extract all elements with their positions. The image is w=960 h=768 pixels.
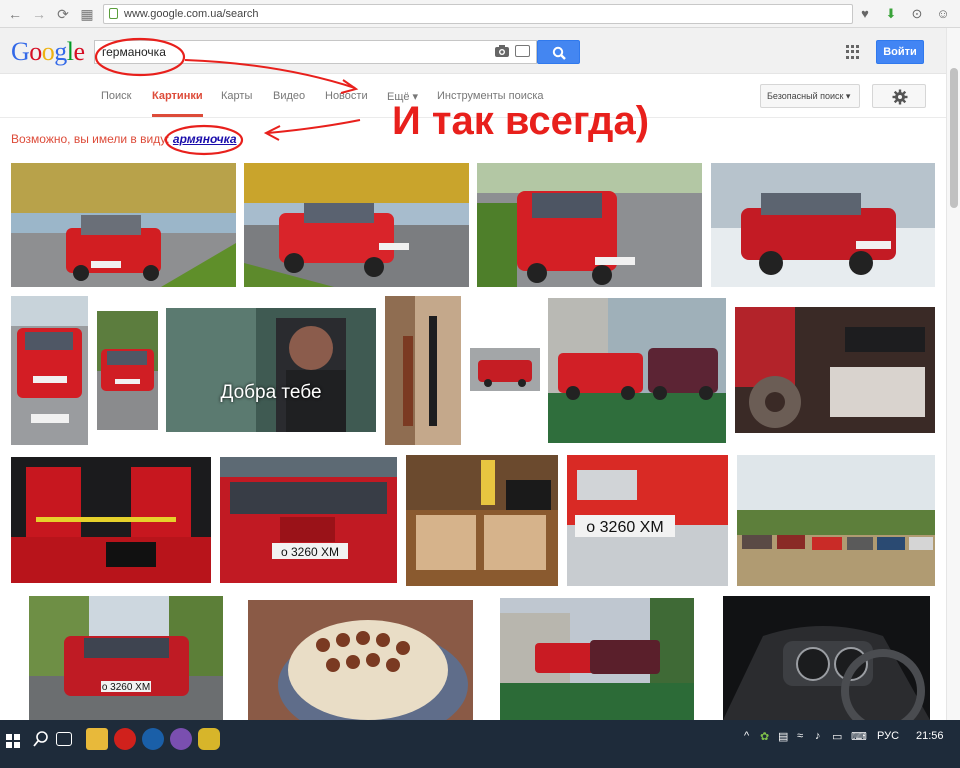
- image-result[interactable]: [737, 455, 935, 586]
- image-result[interactable]: [477, 163, 702, 287]
- task-view-icon[interactable]: [56, 732, 72, 746]
- page-scrollbar[interactable]: [946, 28, 960, 720]
- image-result[interactable]: [97, 311, 158, 430]
- scroll-thumb[interactable]: [950, 68, 958, 208]
- suggestion-circle: [164, 124, 244, 156]
- tray-arrow-icon[interactable]: ^: [744, 730, 749, 742]
- windows-start-icon[interactable]: [6, 734, 20, 748]
- image-result[interactable]: [406, 455, 558, 586]
- image-result[interactable]: [385, 296, 461, 445]
- image-result[interactable]: [244, 163, 469, 287]
- opera-icon[interactable]: [114, 728, 136, 750]
- license-plate-text: о 3260 ХМ: [102, 682, 150, 693]
- app-icon[interactable]: [198, 728, 220, 750]
- image-result[interactable]: [11, 457, 211, 583]
- image-result[interactable]: Добра тебе: [166, 308, 376, 432]
- image-result[interactable]: [500, 598, 694, 720]
- image-result[interactable]: о 3260 ХМ: [567, 455, 728, 586]
- image-result[interactable]: [11, 163, 236, 287]
- file-explorer-icon[interactable]: [86, 728, 108, 750]
- license-plate-text: о 3260 ХМ: [586, 519, 663, 536]
- image-result[interactable]: [11, 296, 88, 445]
- tray-app-icon[interactable]: ✿: [760, 730, 769, 743]
- arrow-to-news: [184, 59, 356, 89]
- arrow-to-suggestion: [267, 119, 361, 134]
- keyboard-tray-icon[interactable]: ⌨: [851, 730, 867, 743]
- annotation-text: И так всегда): [392, 99, 650, 143]
- image-result[interactable]: [548, 298, 726, 443]
- image-result[interactable]: [470, 348, 540, 391]
- license-plate-text: о 3260 ХМ: [281, 545, 339, 559]
- viber-icon[interactable]: [170, 728, 192, 750]
- tray-network-icon[interactable]: ▤: [778, 730, 788, 743]
- battery-icon[interactable]: ▭: [832, 730, 842, 743]
- image-caption: Добра тебе: [220, 382, 322, 403]
- wifi-icon[interactable]: ≈: [797, 730, 803, 742]
- image-result[interactable]: о 3260 ХМ: [220, 457, 397, 583]
- volume-icon[interactable]: ♪: [815, 730, 821, 742]
- image-result[interactable]: о 3260 ХМ: [29, 596, 223, 720]
- taskbar: ^ ✿ ▤ ≈ ♪ ▭ ⌨ РУС 21:56: [0, 720, 960, 768]
- query-circle: [94, 37, 186, 77]
- image-result[interactable]: [723, 596, 930, 720]
- image-result[interactable]: [735, 307, 935, 433]
- screen: ← → ⟳ ▦ www.google.com.ua/search ♥ ⬇ ⊙ ☺…: [0, 0, 960, 768]
- browser-app-icon[interactable]: [142, 728, 164, 750]
- clock[interactable]: 21:56: [916, 730, 944, 742]
- image-result[interactable]: [711, 163, 935, 287]
- search-icon[interactable]: [30, 728, 52, 750]
- image-result[interactable]: [248, 600, 473, 720]
- input-language[interactable]: РУС: [877, 730, 899, 742]
